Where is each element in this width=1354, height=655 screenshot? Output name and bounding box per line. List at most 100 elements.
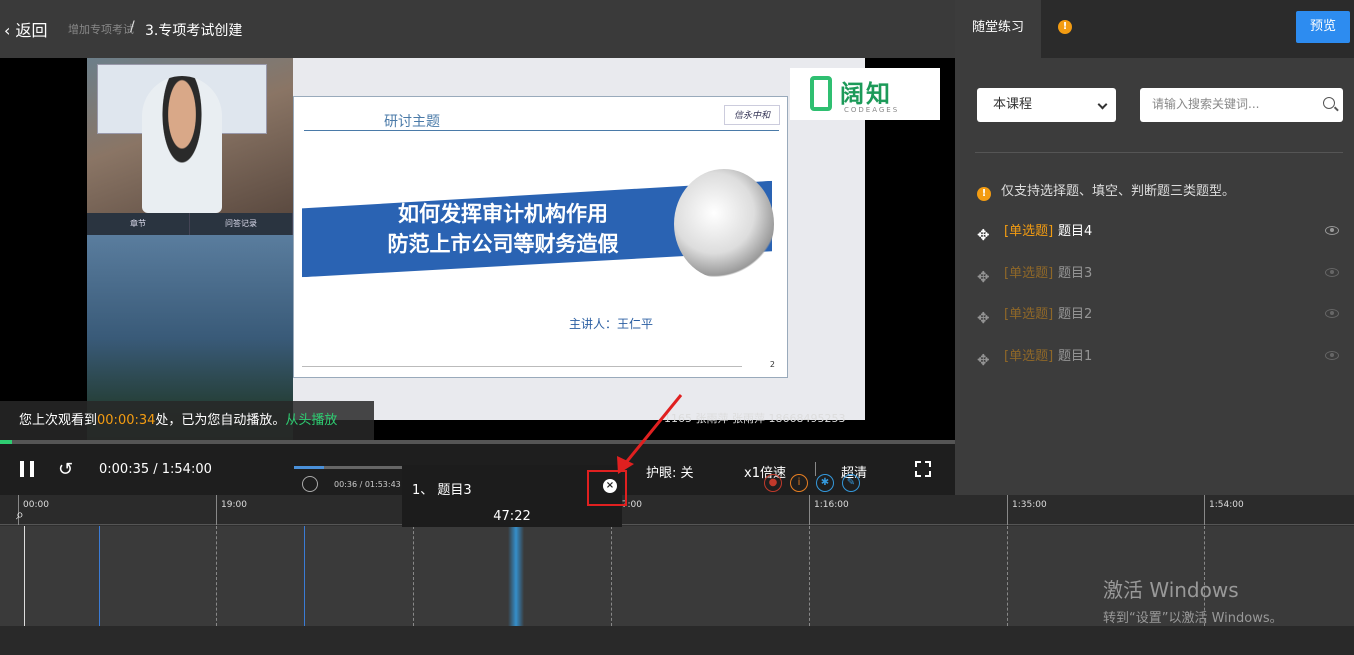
record-icon: ● [764,474,782,492]
slide-footer-rule [302,366,742,367]
slide-title: 如何发挥审计机构作用 防范上市公司等财务造假 [378,199,628,259]
embedded-pause-icon [302,476,318,492]
app-root: ‹ 返回 增加专项考试 / 3.专项考试创建 章节 问答记录 研讨主题 信永中和… [0,0,1354,655]
back-button[interactable]: ‹ 返回 [4,17,48,41]
warning-icon: ! [977,187,991,201]
notice-text: 仅支持选择题、填空、判断题三类题型。 [1001,184,1236,199]
resume-notice: 您上次观看到00:00:34处，已为您自动播放。从头播放 [0,401,374,441]
speaker-figure [142,76,222,213]
timeline-tick-label: 1:35:00 [1012,500,1047,510]
paper-curl [674,169,774,279]
slide-rule [304,130,779,131]
timeline-tick-label: 1:16:00 [814,500,849,510]
playhead[interactable] [508,526,524,626]
timeline-ruler: 00:0019:0038:0057:001:16:001:35:001:54:0… [0,495,1354,525]
embedded-tool-icons: ● i ✱ ✎ [764,474,860,492]
question-name: 题目1 [1058,348,1093,364]
breadcrumb-prev[interactable]: 增加专项考试 [68,21,134,37]
slide-title-line2: 防范上市公司等财务造假 [387,232,619,256]
eye-icon[interactable] [1325,309,1339,318]
cam-tab-qa: 问答记录 [190,213,293,235]
preview-button[interactable]: 预览 [1296,11,1350,43]
popup-question-time: 47:22 [493,509,531,524]
search-box [1140,88,1343,122]
drag-move-icon[interactable]: ✥ [977,306,990,330]
eye-protection-toggle[interactable]: 护眼: 关 [646,462,694,481]
timeline-tick: 1:16:00 [809,495,849,525]
tab-in-class-practice[interactable]: 随堂练习 [955,0,1041,58]
timeline-gridline [216,526,217,626]
drag-move-icon[interactable]: ✥ [977,348,990,372]
question-marker[interactable] [304,526,305,626]
eye-icon[interactable] [1325,267,1339,277]
brand-name-en: CODEAGES [844,106,900,114]
presentation-slide: 研讨主题 信永中和 如何发挥审计机构作用 防范上市公司等财务造假 主讲人：王仁平… [293,96,788,378]
brand-name: 阔知 [840,80,892,108]
eye-icon[interactable] [1325,350,1339,360]
windows-activation-title: 激活 Windows [1103,578,1239,602]
panel-tab-bar: 随堂练习 ! 预览 [955,0,1354,58]
windows-activation-subtitle: 转到“设置”以激活 Windows。 [1103,611,1283,626]
info-icon: i [790,474,808,492]
resume-time: 00:00:34 [97,413,156,428]
slide-speaker: 主讲人：王仁平 [569,317,654,331]
drag-move-icon[interactable]: ✥ [977,265,990,289]
camera-tabs: 章节 问答记录 [87,213,293,235]
replay-from-start-link[interactable]: 从头播放 [285,413,337,428]
embedded-timecode: 00:36 / 01:53:43 [334,480,401,489]
rewind-icon[interactable]: ↺ [58,459,73,480]
timeline-tick: 1:35:00 [1007,495,1047,525]
comment-pin-icon[interactable]: ⌕ [16,507,32,523]
start-marker [24,526,25,626]
brand-mark-icon [810,76,832,111]
panel-divider [975,152,1343,153]
question-list: ✥ [单选题] 题目4 ✥ [单选题] 题目3 ✥ [单选题] 题目2 ✥ [单… [977,220,1347,386]
question-type: [单选题] [1004,265,1054,281]
popup-question-title: 1、 题目3 [412,483,472,498]
resume-suffix: 处，已为您自动播放。 [155,413,286,428]
timeline-gridline [809,526,810,626]
chevron-down-icon [1097,99,1108,110]
question-name: 题目2 [1058,307,1093,322]
info-icon[interactable]: ! [1058,20,1072,34]
timeline-gridline [413,526,414,626]
question-type: [单选题] [1004,307,1054,322]
question-item[interactable]: ✥ [单选题] 题目2 [977,303,1347,345]
pause-icon[interactable] [20,461,34,477]
question-name: 题目3 [1058,265,1093,281]
search-input[interactable] [1140,88,1310,120]
video-watermark: 1165 张雨萍 张雨萍 18668495253 [664,412,846,425]
cam-tab-chapter: 章节 [87,213,190,235]
practice-panel: 随堂练习 ! 预览 本课程 ! 仅支持选择题、填空、判断题三类题型。 ✥ [单选题… [955,0,1354,495]
slide-logo: 信永中和 [724,105,780,125]
resume-prefix: 您上次观看到 [19,413,98,428]
timeline-tick-label: 1:54:00 [1209,500,1244,510]
question-type: [单选题] [1004,348,1054,364]
timeline-scrollbar[interactable] [0,626,1354,655]
search-icon[interactable] [1323,97,1335,109]
timeline-tick: 19:00 [216,495,247,525]
timeline-gridline [1007,526,1008,626]
annotation-highlight-box [587,470,627,506]
question-item[interactable]: ✥ [单选题] 题目4 [977,220,1347,262]
video-player[interactable]: 章节 问答记录 研讨主题 信永中和 如何发挥审计机构作用 防范上市公司等财务造假… [0,58,955,495]
fullscreen-icon[interactable] [915,461,931,477]
question-item[interactable]: ✥ [单选题] 题目1 [977,345,1347,387]
brand-logo: 阔知 CODEAGES [790,68,940,120]
question-marker[interactable] [99,526,100,626]
timecode: 0:00:35 / 1:54:00 [99,462,212,477]
windows-activation-notice: 激活 Windows 转到“设置”以激活 Windows。 [1103,574,1283,626]
breadcrumb-current: 3.专项考试创建 [145,23,243,39]
timeline-gridline [611,526,612,626]
drag-move-icon[interactable]: ✥ [977,223,990,247]
top-bar: ‹ 返回 增加专项考试 / 3.专项考试创建 [0,0,955,58]
slide-topic: 研讨主题 [384,114,440,130]
edit-icon: ✎ [842,474,860,492]
breadcrumb-separator: / [130,19,135,35]
question-name: 题目4 [1058,224,1093,239]
question-item[interactable]: ✥ [单选题] 题目3 [977,262,1347,304]
eye-icon[interactable] [1325,226,1339,235]
course-scope-value: 本课程 [993,97,1033,112]
timeline-tick: 1:54:00 [1204,495,1244,525]
course-scope-select[interactable]: 本课程 [977,88,1116,122]
